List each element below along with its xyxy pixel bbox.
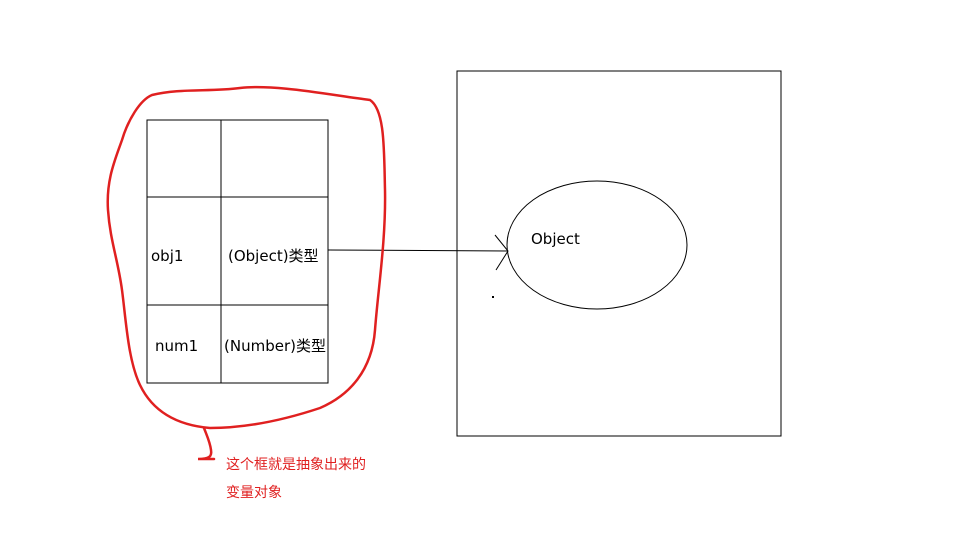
heap-box: Object	[456, 70, 782, 437]
reference-arrow	[327, 234, 509, 271]
variable-type-obj1: (Object)类型	[228, 247, 319, 265]
variable-table: obj1 (Object)类型 num1 (Number)类型	[146, 119, 329, 384]
heap-box-border	[456, 70, 782, 437]
variable-name-obj1: obj1	[151, 247, 183, 265]
arrow-head-icon	[494, 234, 509, 271]
object-label: Object	[531, 230, 580, 248]
annotation-line-2: 变量对象	[226, 485, 282, 501]
diagram-canvas: obj1 (Object)类型 num1 (Number)类型 Object 这…	[106, 70, 782, 501]
highlight-outline	[106, 85, 387, 461]
arrow-shaft	[327, 249, 509, 252]
variable-name-num1: num1	[155, 337, 198, 355]
stray-dot	[492, 296, 494, 298]
highlight-tail	[197, 426, 216, 461]
annotation: 这个框就是抽象出来的 变量对象	[226, 456, 366, 501]
variable-type-num1: (Number)类型	[224, 337, 326, 355]
annotation-line-1: 这个框就是抽象出来的	[226, 456, 366, 473]
